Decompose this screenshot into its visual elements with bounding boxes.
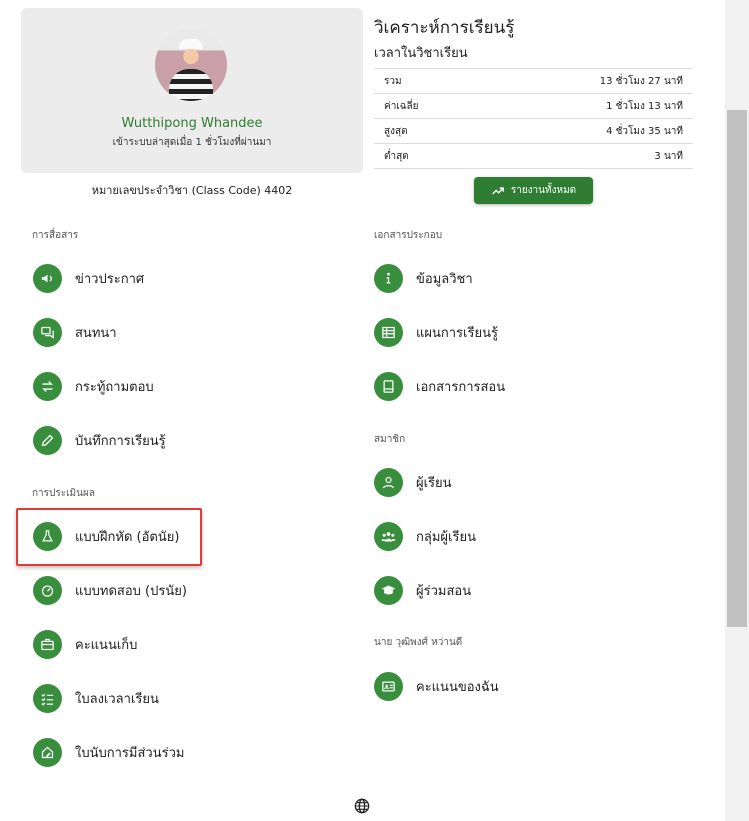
menu-learners[interactable]: ผู้เรียน: [374, 467, 452, 497]
menu-participation[interactable]: ใบนับการมีส่วนร่วม: [33, 737, 184, 767]
section-members: สมาชิก: [374, 434, 406, 445]
pencil-icon: [33, 425, 62, 455]
table-icon: [374, 317, 403, 347]
trending-up-icon: [492, 186, 504, 194]
user-name: Wutthipong Whandee: [121, 116, 263, 131]
analytics-title: วิเคราะห์การเรียนรู้: [374, 18, 515, 38]
info-icon: [374, 263, 403, 293]
menu-learners-label: ผู้เรียน: [416, 475, 452, 491]
stat-row-max: สูงสุด 4 ชั่วโมง 35 นาที: [374, 119, 693, 144]
profile-card: Wutthipong Whandee เข้าระบบล่าสุดเมื่อ 1…: [21, 8, 363, 173]
book-icon: [374, 371, 403, 401]
menu-chat[interactable]: สนทนา: [33, 317, 117, 347]
section-personal: นาย วุฒิพงศ์ หว่านดี: [374, 637, 463, 648]
flask-icon: [33, 521, 62, 551]
menu-practice-label: แบบฝึกหัด (อัตนัย): [75, 529, 180, 545]
megaphone-icon: [33, 263, 62, 293]
speedometer-icon: [33, 575, 62, 605]
avatar: [155, 29, 227, 101]
briefcase-icon: [33, 629, 62, 659]
globe-icon[interactable]: [354, 798, 370, 814]
menu-news[interactable]: ข่าวประกาศ: [33, 263, 144, 293]
stat-label: สูงสุด: [384, 125, 408, 137]
report-button-label: รายงานทั้งหมด: [510, 185, 577, 196]
menu-teaching-docs[interactable]: เอกสารการสอน: [374, 371, 505, 401]
menu-news-label: ข่าวประกาศ: [75, 271, 145, 287]
menu-test[interactable]: แบบทดสอบ (ปรนัย): [33, 575, 187, 605]
menu-participation-label: ใบนับการมีส่วนร่วม: [75, 745, 185, 761]
menu-my-scores-label: คะแนนของฉัน: [416, 679, 499, 695]
menu-chat-label: สนทนา: [75, 325, 117, 341]
class-code: หมายเลขประจำวิชา (Class Code) 4402: [91, 184, 293, 197]
menu-scores-label: คะแนนเก็บ: [75, 637, 138, 653]
menu-test-label: แบบทดสอบ (ปรนัย): [75, 583, 187, 599]
stat-row-average: ค่าเฉลี่ย 1 ชั่วโมง 13 นาที: [374, 94, 693, 119]
id-card-icon: [374, 671, 403, 701]
swap-arrows-icon: [33, 371, 62, 401]
home-edit-icon: [33, 737, 62, 767]
menu-qa-label: กระทู้ถามตอบ: [75, 379, 154, 395]
full-report-button[interactable]: รายงานทั้งหมด: [474, 177, 593, 204]
stat-label: รวม: [384, 75, 402, 87]
menu-attendance-label: ใบลงเวลาเรียน: [75, 691, 159, 707]
group-icon: [374, 521, 403, 551]
chat-icon: [33, 317, 62, 347]
graduation-cap-icon: [374, 575, 403, 605]
menu-lesson-plan[interactable]: แผนการเรียนรู้: [374, 317, 498, 347]
section-communication: การสื่อสาร: [32, 230, 79, 241]
menu-practice[interactable]: แบบฝึกหัด (อัตนัย): [33, 521, 179, 551]
menu-lesson-plan-label: แผนการเรียนรู้: [416, 325, 498, 341]
menu-co-teachers-label: ผู้ร่วมสอน: [416, 583, 472, 599]
stat-row-min: ต่ำสุด 3 นาที: [374, 144, 693, 169]
stat-label: ต่ำสุด: [384, 150, 409, 162]
stat-value: 4 ชั่วโมง 35 นาที: [606, 125, 683, 137]
checklist-icon: [33, 683, 62, 713]
section-assessment: การประเมินผล: [32, 488, 95, 499]
menu-journal-label: บันทึกการเรียนรู้: [75, 433, 166, 449]
menu-my-scores[interactable]: คะแนนของฉัน: [374, 671, 499, 701]
stat-row-total: รวม 13 ชั่วโมง 27 นาที: [374, 68, 693, 94]
menu-learner-groups[interactable]: กลุ่มผู้เรียน: [374, 521, 476, 551]
time-stats-table: รวม 13 ชั่วโมง 27 นาที ค่าเฉลี่ย 1 ชั่วโ…: [374, 68, 693, 169]
stat-label: ค่าเฉลี่ย: [384, 100, 419, 112]
menu-journal[interactable]: บันทึกการเรียนรู้: [33, 425, 166, 455]
analytics-subtitle: เวลาในวิชาเรียน: [374, 46, 468, 61]
person-icon: [374, 467, 403, 497]
menu-course-info-label: ข้อมูลวิชา: [416, 271, 473, 287]
stat-value: 13 ชั่วโมง 27 นาที: [599, 75, 683, 87]
menu-attendance[interactable]: ใบลงเวลาเรียน: [33, 683, 159, 713]
menu-learner-groups-label: กลุ่มผู้เรียน: [416, 529, 476, 545]
menu-qa[interactable]: กระทู้ถามตอบ: [33, 371, 154, 401]
menu-course-info[interactable]: ข้อมูลวิชา: [374, 263, 473, 293]
menu-scores[interactable]: คะแนนเก็บ: [33, 629, 137, 659]
menu-teaching-docs-label: เอกสารการสอน: [416, 379, 506, 395]
stat-value: 1 ชั่วโมง 13 นาที: [606, 100, 683, 112]
stat-value: 3 นาที: [654, 150, 683, 162]
menu-co-teachers[interactable]: ผู้ร่วมสอน: [374, 575, 471, 605]
section-documents: เอกสารประกอบ: [374, 230, 443, 241]
last-login-text: เข้าระบบล่าสุดเมื่อ 1 ชั่วโมงที่ผ่านมา: [112, 137, 272, 148]
scrollbar-thumb[interactable]: [727, 110, 747, 627]
